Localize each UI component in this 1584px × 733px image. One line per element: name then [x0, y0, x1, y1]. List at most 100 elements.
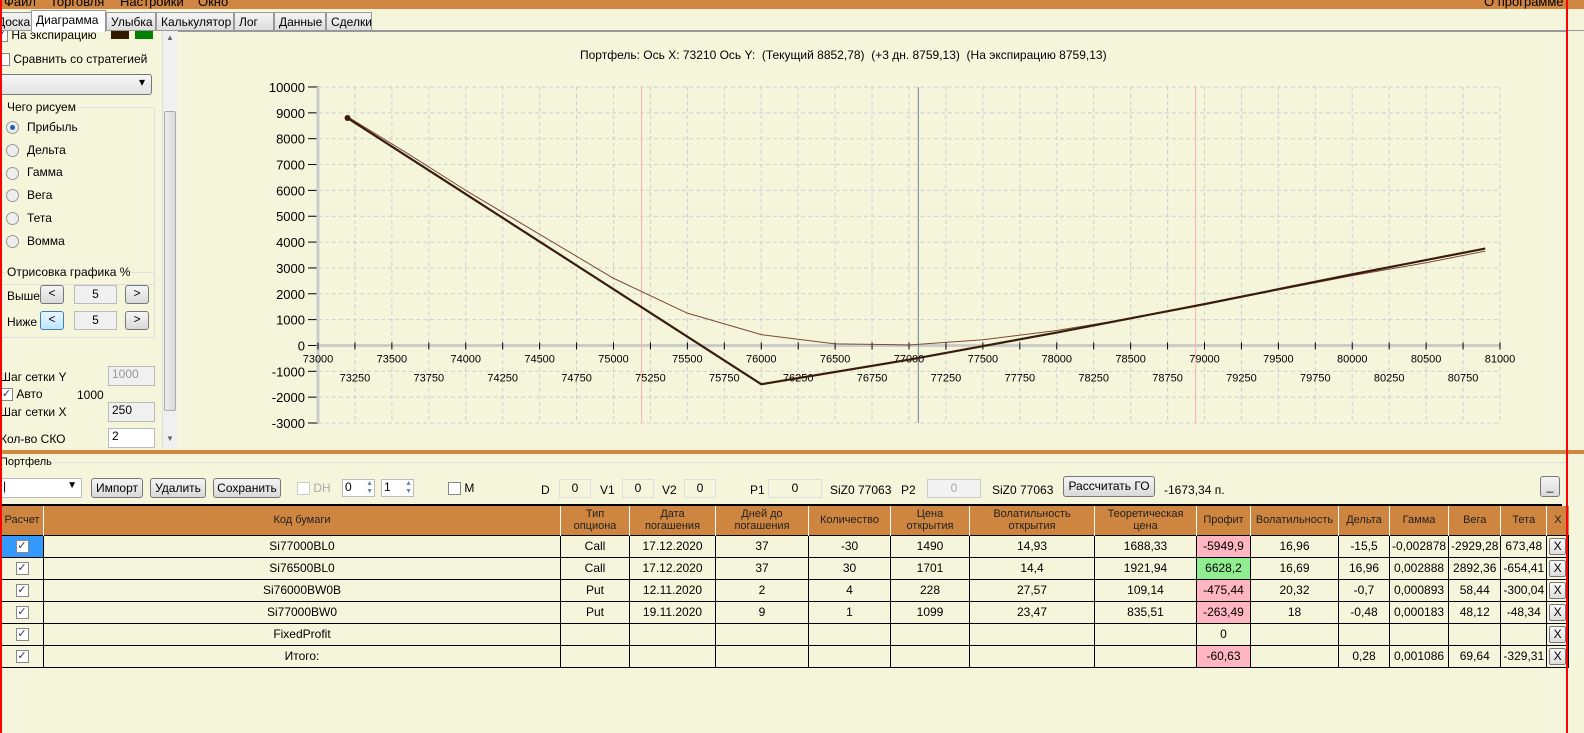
- calc-checkbox[interactable]: ✓: [15, 562, 29, 576]
- compare-label: Сравнить со стратегией: [13, 52, 148, 66]
- strategy-select[interactable]: ▾: [0, 74, 152, 95]
- cell-theta: 673,48: [1500, 534, 1548, 558]
- table-row[interactable]: ✓ Si77000BW0 Put 19.11.2020 9 1 1099 23,47 835,5…: [0, 600, 1570, 624]
- remove-row-button[interactable]: X: [1549, 559, 1567, 577]
- below-increase-button[interactable]: >: [125, 311, 149, 330]
- calc-checkbox[interactable]: ✓: [15, 628, 29, 642]
- column-header[interactable]: Тета: [1500, 506, 1547, 535]
- remove-row-button[interactable]: X: [1549, 625, 1567, 643]
- sko-input[interactable]: 2: [108, 428, 155, 448]
- spin2-input[interactable]: 1 ▲ ▼: [381, 479, 414, 497]
- current-color-swatch[interactable]: [135, 31, 153, 39]
- calc-checkbox[interactable]: ✓: [15, 540, 29, 554]
- dh-checkbox[interactable]: [297, 482, 310, 496]
- cell-qty: [808, 622, 891, 646]
- d-input[interactable]: 0: [559, 479, 591, 498]
- radio-button[interactable]: [6, 121, 19, 135]
- remove-row-button[interactable]: X: [1549, 537, 1567, 555]
- column-header[interactable]: Код бумаги: [43, 506, 561, 535]
- tab-diagram[interactable]: Диаграмма: [31, 10, 106, 32]
- menu-trading[interactable]: Торговля: [50, 0, 104, 9]
- menu-file[interactable]: Файл: [4, 0, 36, 9]
- y-tick-label: 8000: [276, 132, 305, 147]
- tab-log[interactable]: Лог: [234, 12, 274, 31]
- dh-label: DH: [313, 481, 331, 495]
- column-header[interactable]: Количество: [808, 506, 891, 535]
- remove-row-button[interactable]: X: [1549, 647, 1567, 665]
- menu-window[interactable]: Окно: [198, 0, 228, 9]
- radio-button[interactable]: [6, 144, 19, 158]
- spin1-input[interactable]: 0 ▲ ▼: [342, 479, 375, 497]
- payoff-chart[interactable]: Портфель: Ось X: 73210 Ось Y: (Текущий 8…: [178, 31, 1566, 450]
- menu-about[interactable]: О программе: [1484, 0, 1564, 9]
- calculate-go-button[interactable]: Рассчитать ГО: [1063, 476, 1155, 497]
- v1-input[interactable]: 0: [622, 479, 654, 498]
- tab-smile[interactable]: Улыбка: [106, 12, 156, 31]
- x-tick-label: 78250: [1078, 372, 1109, 384]
- radio-button[interactable]: [6, 234, 19, 248]
- portfolio-select[interactable]: | ▼: [0, 478, 82, 498]
- scrollbar-thumb[interactable]: [164, 111, 176, 411]
- above-decrease-button[interactable]: <: [40, 285, 64, 304]
- m-checkbox[interactable]: [448, 482, 461, 496]
- column-header[interactable]: Дней до погашения: [715, 506, 809, 535]
- spinner-arrows-icon[interactable]: ▲ ▼: [405, 480, 412, 496]
- x-tick-label: 78500: [1115, 353, 1146, 365]
- scroll-down-icon[interactable]: ▼: [166, 434, 174, 443]
- column-header[interactable]: Профит: [1196, 506, 1251, 535]
- delete-button[interactable]: Удалить: [150, 478, 206, 498]
- draw-option-4[interactable]: Тета: [6, 211, 52, 226]
- draw-option-5[interactable]: Вомма: [6, 234, 65, 248]
- p2-input[interactable]: 0: [927, 479, 981, 498]
- column-header[interactable]: Вега: [1448, 506, 1501, 535]
- minimize-button[interactable]: _: [1540, 476, 1560, 497]
- above-increase-button[interactable]: >: [125, 285, 149, 304]
- below-decrease-button[interactable]: <: [40, 311, 64, 330]
- calc-checkbox[interactable]: ✓: [15, 606, 29, 620]
- scroll-up-icon[interactable]: ▲: [166, 33, 174, 42]
- panel-splitter[interactable]: [0, 450, 1584, 454]
- radio-button[interactable]: [6, 166, 19, 180]
- spinner-arrows-icon[interactable]: ▲ ▼: [366, 480, 373, 496]
- table-row[interactable]: ✓ Si77000BL0 Call 17.12.2020 37 -30 1490 14,93 1…: [0, 534, 1570, 558]
- column-header[interactable]: Расчет: [0, 506, 44, 535]
- settings-scrollbar[interactable]: ▲ ▼: [162, 31, 177, 448]
- import-button[interactable]: Импорт: [91, 478, 143, 498]
- radio-button[interactable]: [6, 189, 19, 203]
- column-header[interactable]: Дельта: [1338, 506, 1390, 535]
- draw-option-label: Гамма: [27, 165, 63, 180]
- column-header[interactable]: Волатильность: [1250, 506, 1339, 535]
- cell-code: Si77000BL0: [43, 534, 561, 558]
- draw-option-2[interactable]: Гамма: [6, 165, 63, 180]
- save-button[interactable]: Сохранить: [213, 478, 281, 498]
- radio-button[interactable]: [6, 212, 19, 226]
- remove-row-button[interactable]: X: [1549, 581, 1567, 599]
- remove-row-button[interactable]: X: [1549, 603, 1567, 621]
- x-tick-label: 74250: [487, 372, 518, 384]
- table-row[interactable]: ✓ Итого: -60,63 0,28 0,001086 69,64 -329,31 X: [0, 644, 1570, 668]
- grid-x-input[interactable]: 250: [108, 402, 155, 422]
- table-row[interactable]: ✓ FixedProfit 0 X: [0, 622, 1570, 646]
- table-row[interactable]: ✓ Si76000BW0B Put 12.11.2020 2 4 228 27,57 109,1…: [0, 578, 1570, 602]
- table-row[interactable]: ✓ Si76500BL0 Call 17.12.2020 37 30 1701 14,4 192…: [0, 556, 1570, 580]
- expiration-color-swatch[interactable]: [111, 31, 129, 39]
- column-header[interactable]: Дата погашения: [629, 506, 716, 535]
- column-header[interactable]: Тип опциона: [560, 506, 630, 535]
- tab-deals[interactable]: Сделки: [326, 12, 372, 31]
- column-header[interactable]: Цена открытия: [890, 506, 970, 535]
- draw-option-1[interactable]: Дельта: [6, 143, 66, 158]
- menu-settings[interactable]: Настройки: [120, 0, 184, 9]
- draw-option-3[interactable]: Вега: [6, 188, 52, 203]
- tab-board[interactable]: Доска: [0, 12, 32, 31]
- tab-data[interactable]: Данные: [274, 12, 326, 31]
- p1-input[interactable]: 0: [768, 479, 822, 498]
- calc-checkbox[interactable]: ✓: [15, 650, 29, 664]
- column-header[interactable]: Теоретическая цена: [1094, 506, 1197, 535]
- v2-input[interactable]: 0: [684, 479, 716, 498]
- draw-option-0[interactable]: Прибыль: [6, 120, 78, 135]
- calc-checkbox[interactable]: ✓: [15, 584, 29, 598]
- column-header[interactable]: Гамма: [1388, 506, 1449, 535]
- grid-y-input[interactable]: 1000: [108, 366, 155, 386]
- tab-calculator[interactable]: Калькулятор: [156, 12, 234, 31]
- column-header[interactable]: Волатильность открытия: [969, 506, 1095, 535]
